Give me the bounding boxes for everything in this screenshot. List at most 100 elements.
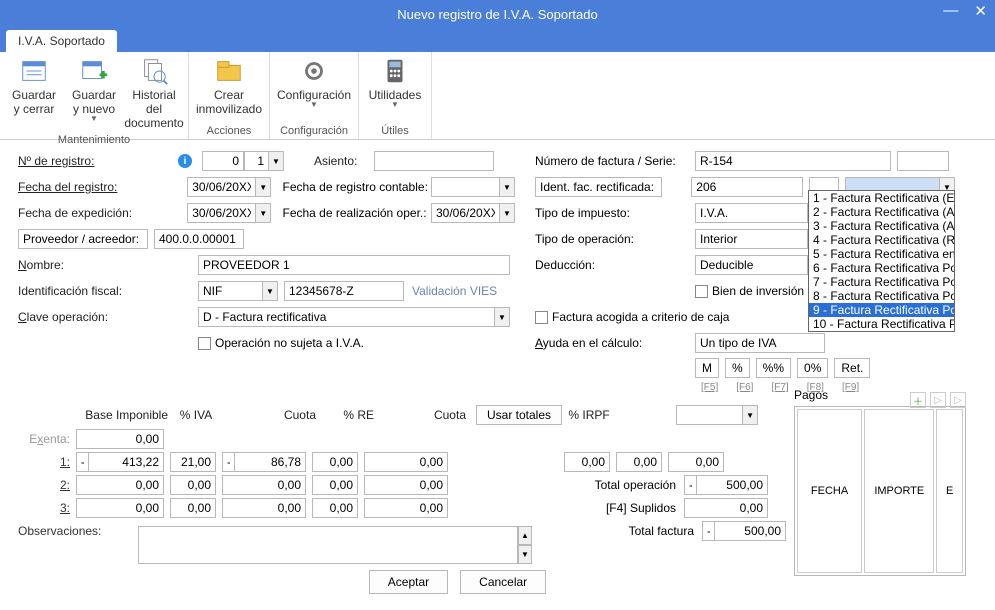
crear-inmovilizado-button[interactable]: Crear inmovilizado <box>193 54 265 123</box>
fecha-expedicion-input[interactable] <box>187 203 255 223</box>
guardar-nuevo-button[interactable]: Guardar y nuevo ▼ <box>64 54 124 132</box>
dropdown-option[interactable]: 8 - Factura Rectificativa Por D <box>809 289 954 303</box>
dropdown-option[interactable]: 9 - Factura Rectificativa Por D <box>809 303 954 317</box>
proveedor-input[interactable] <box>154 229 244 249</box>
mini-m-button[interactable]: M <box>695 358 719 378</box>
obs-down[interactable]: ▼ <box>518 545 532 564</box>
deduccion-combo[interactable] <box>695 255 807 275</box>
row1-cuota[interactable] <box>234 452 306 472</box>
utilidades-button[interactable]: Utilidades ▼ <box>363 54 427 123</box>
row2-pctiva[interactable] <box>170 475 216 495</box>
ayuda-input[interactable] <box>695 333 825 353</box>
fecha-reg-contable-input[interactable] <box>431 177 499 197</box>
ribbon-group-config: Configuración ▼ Configuración <box>270 52 359 139</box>
pagos-col-e[interactable]: E <box>936 409 963 573</box>
row2-cuota[interactable] <box>222 475 306 495</box>
irpf-combo[interactable] <box>676 405 742 425</box>
pagos-delete-icon[interactable]: ▷ <box>950 392 966 408</box>
mini-pct-button[interactable]: % <box>725 358 750 378</box>
op-no-sujeta-checkbox[interactable]: Operación no sujeta a I.V.A. <box>198 336 364 350</box>
pagos-col-importe[interactable]: IMPORTE <box>864 409 934 573</box>
row3-cuota2[interactable] <box>364 498 448 518</box>
row-irpf3[interactable] <box>668 452 724 472</box>
row3-pctiva[interactable] <box>170 498 216 518</box>
row3-cuota[interactable] <box>222 498 306 518</box>
num-factura-input[interactable] <box>695 151 891 171</box>
info-icon[interactable]: i <box>178 154 192 168</box>
proveedor-button[interactable]: Proveedor / acreedor: <box>18 229 148 249</box>
tab-iva-soportado[interactable]: I.V.A. Soportado <box>6 30 117 52</box>
row1-base[interactable] <box>88 452 164 472</box>
serie-input[interactable] <box>897 151 949 171</box>
ident-rect-button[interactable]: Ident. fac. rectificada: <box>535 177 662 197</box>
pagos-col-fecha[interactable]: FECHA <box>797 409 862 573</box>
chevron-down-icon[interactable]: ▼ <box>499 203 515 223</box>
chevron-down-icon[interactable]: ▼ <box>262 281 278 301</box>
usar-totales-button[interactable]: Usar totales <box>476 405 562 425</box>
dropdown-option[interactable]: 1 - Factura Rectificativa (Erro <box>809 191 954 205</box>
save-close-icon <box>18 56 50 86</box>
row1-neg[interactable] <box>76 452 88 472</box>
exenta-input[interactable] <box>76 429 164 449</box>
configuracion-button[interactable]: Configuración ▼ <box>274 54 354 123</box>
minimize-button[interactable]: — <box>943 2 958 20</box>
nregistro-input-1[interactable] <box>202 151 244 171</box>
rectificativa-dropdown[interactable]: 1 - Factura Rectificativa (Erro2 - Factu… <box>808 190 955 332</box>
dropdown-option[interactable]: 2 - Factura Rectificativa (Art. <box>809 205 954 219</box>
validacion-vies-link[interactable]: Validación VIES <box>412 284 497 298</box>
row1-pctre[interactable] <box>312 452 358 472</box>
mini-ret-button[interactable]: Ret. <box>834 358 870 378</box>
chevron-down-icon[interactable]: ▼ <box>255 203 271 223</box>
obs-up[interactable]: ▲ <box>518 526 532 545</box>
dropdown-option[interactable]: 6 - Factura Rectificativa Por D <box>809 261 954 275</box>
chevron-down-icon[interactable]: ▼ <box>494 307 510 327</box>
row2-pctre[interactable] <box>312 475 358 495</box>
close-button[interactable]: ✕ <box>974 2 987 20</box>
nombre-input[interactable] <box>198 255 510 275</box>
dropdown-option[interactable]: 5 - Factura Rectificativa en fa <box>809 247 954 261</box>
ribbon-tabbar: I.V.A. Soportado <box>0 28 995 52</box>
nregistro-input-2[interactable] <box>244 151 268 171</box>
fecha-realizacion-input[interactable] <box>431 203 499 223</box>
aceptar-button[interactable]: Aceptar <box>369 570 448 594</box>
guardar-cerrar-button[interactable]: Guardar y cerrar <box>4 54 64 132</box>
cancelar-button[interactable]: Cancelar <box>460 570 546 594</box>
mini-pctpct-button[interactable]: %% <box>756 358 791 378</box>
row1-cuota-neg[interactable] <box>222 452 234 472</box>
observaciones-textarea[interactable] <box>138 526 518 564</box>
asiento-input[interactable] <box>374 151 494 171</box>
tipo-operacion-combo[interactable] <box>695 229 807 249</box>
chevron-down-icon[interactable]: ▼ <box>268 151 284 171</box>
mini-zero-button[interactable]: 0% <box>797 358 828 378</box>
row-irpf2[interactable] <box>616 452 662 472</box>
chevron-down-icon[interactable]: ▼ <box>255 177 271 197</box>
row1-pctiva[interactable] <box>170 452 216 472</box>
dropdown-option[interactable]: 3 - Factura Rectificativa (Art. <box>809 219 954 233</box>
ident-rect-input[interactable] <box>691 177 803 197</box>
row-irpf1[interactable] <box>564 452 610 472</box>
id-fiscal-input[interactable] <box>284 281 404 301</box>
bien-inversion-checkbox[interactable]: Bien de inversión <box>695 284 804 298</box>
chevron-down-icon[interactable]: ▼ <box>742 405 758 425</box>
row1-cuota2[interactable] <box>364 452 448 472</box>
tipo-impuesto-combo[interactable] <box>695 203 807 223</box>
total-fac-neg <box>702 521 714 541</box>
id-fiscal-label: Identificación fiscal: <box>18 284 172 298</box>
chevron-down-icon[interactable]: ▼ <box>499 177 515 197</box>
total-fac-val <box>714 521 786 541</box>
dropdown-option[interactable]: 10 - Factura Rectificativa Por <box>809 317 954 331</box>
pagos-edit-icon[interactable]: ▷ <box>930 392 946 408</box>
row2-base[interactable] <box>76 475 164 495</box>
pagos-add-icon[interactable]: ＋ <box>910 392 926 408</box>
row2-cuota2[interactable] <box>364 475 448 495</box>
historial-button[interactable]: Historial del documento <box>124 54 184 132</box>
fecha-registro-input[interactable] <box>187 177 255 197</box>
dropdown-option[interactable]: 7 - Factura Rectificativa Por D <box>809 275 954 289</box>
clave-op-combo[interactable] <box>198 307 494 327</box>
row3-base[interactable] <box>76 498 164 518</box>
factura-caja-checkbox[interactable]: Factura acogida a criterio de caja <box>535 310 729 324</box>
row3-pctre[interactable] <box>312 498 358 518</box>
id-fiscal-tipo-combo[interactable] <box>198 281 262 301</box>
suplidos-val[interactable] <box>684 498 768 518</box>
dropdown-option[interactable]: 4 - Factura Rectificativa (Rest <box>809 233 954 247</box>
